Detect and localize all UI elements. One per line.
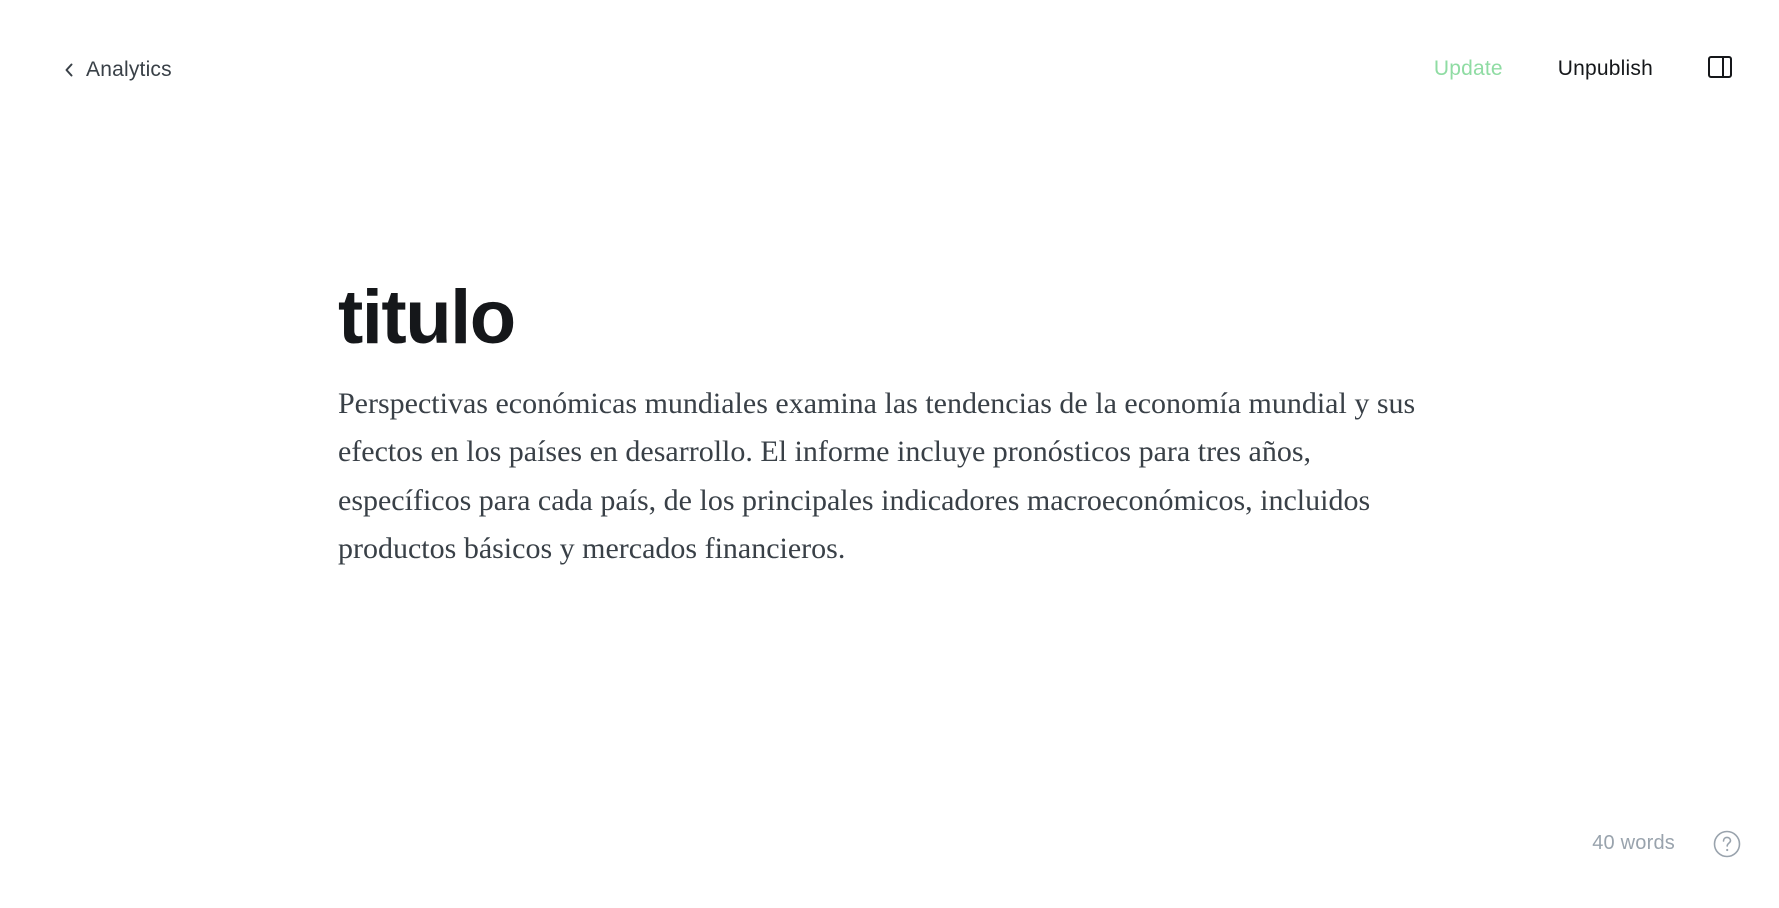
post-title[interactable]: titulo: [338, 276, 1438, 360]
unpublish-button[interactable]: Unpublish: [1558, 57, 1653, 81]
sidebar-toggle-button[interactable]: [1707, 55, 1733, 83]
help-button[interactable]: [1713, 830, 1741, 858]
sidebar-toggle-icon: [1708, 55, 1732, 83]
back-to-analytics-link[interactable]: Analytics: [64, 58, 172, 82]
back-link-label: Analytics: [86, 58, 172, 81]
header-actions: Update Unpublish: [1434, 55, 1733, 83]
editor-header: Analytics Update Unpublish: [0, 0, 1779, 142]
update-button[interactable]: Update: [1434, 57, 1503, 81]
word-count: 40 words: [1592, 832, 1675, 854]
post-editor: titulo Perspectivas económicas mundiales…: [338, 276, 1438, 574]
question-circle-icon: [1713, 830, 1741, 862]
post-body[interactable]: Perspectivas económicas mundiales examin…: [338, 380, 1428, 574]
chevron-left-icon: [64, 62, 74, 78]
